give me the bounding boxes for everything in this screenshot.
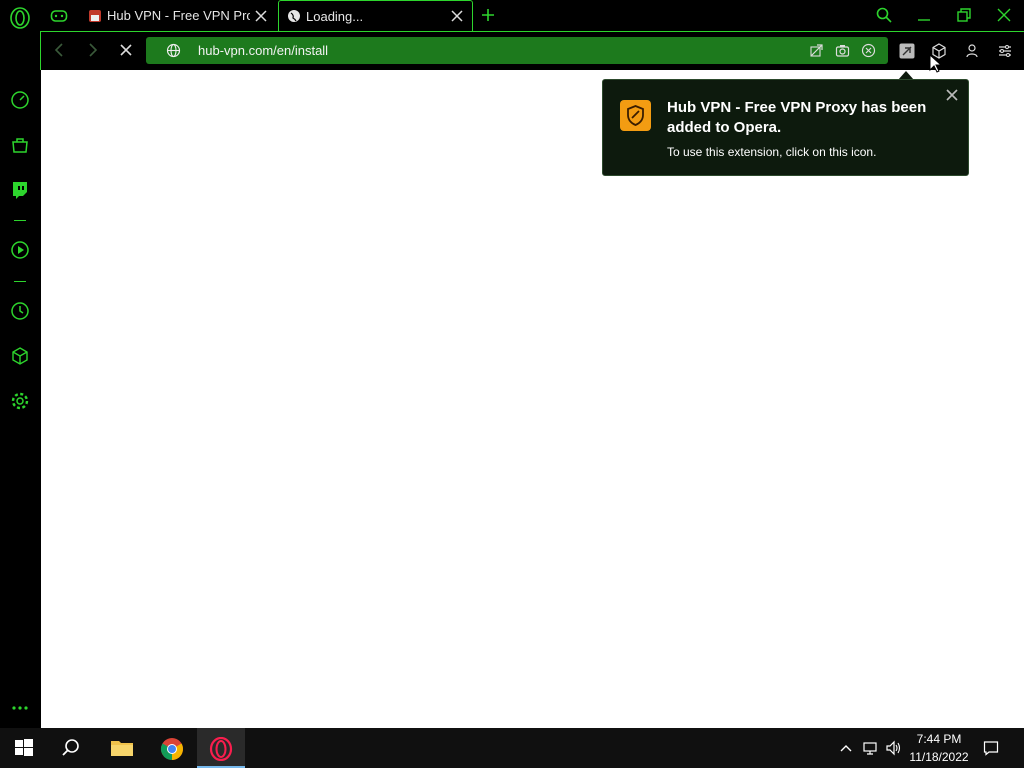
send-share-icon[interactable]: [809, 43, 824, 58]
popup-body: To use this extension, click on this ico…: [667, 145, 877, 159]
search-tabs-icon[interactable]: [875, 6, 893, 24]
close-tab-icon[interactable]: [254, 9, 268, 23]
more-dots-icon[interactable]: [10, 698, 30, 718]
folder-icon: [111, 741, 133, 756]
twitch-icon[interactable]: [10, 180, 30, 200]
history-clock-icon[interactable]: [10, 301, 30, 321]
player-icon[interactable]: [10, 240, 30, 260]
close-popup-icon[interactable]: [945, 88, 959, 102]
sidebar: [0, 70, 40, 728]
globe-icon: [288, 10, 300, 22]
mouse-cursor-icon: [929, 54, 941, 73]
popup-title: Hub VPN - Free VPN Proxy has been added …: [667, 99, 927, 136]
windows-taskbar: 7:44 PM 11/18/2022: [0, 728, 1024, 768]
opera-gx-taskbar-button[interactable]: [197, 728, 245, 768]
restore-icon[interactable]: [955, 6, 973, 24]
url-text[interactable]: hub-vpn.com/en/install: [198, 43, 328, 58]
clear-url-icon[interactable]: [861, 43, 876, 58]
hub-vpn-shield-icon: [620, 100, 651, 131]
close-tab-icon[interactable]: [450, 9, 464, 23]
extensions-cube-icon[interactable]: [10, 346, 30, 366]
gx-store-icon[interactable]: [10, 135, 30, 155]
tab-title: Hub VPN - Free VPN Proxy: [107, 8, 250, 23]
chrome-taskbar-button[interactable]: [148, 728, 196, 768]
action-center-notification-icon[interactable]: [983, 740, 999, 756]
address-toolbar: hub-vpn.com/en/install: [40, 31, 1024, 70]
tab-hub-vpn[interactable]: Hub VPN - Free VPN Proxy: [80, 0, 276, 31]
hub-vpn-extension-icon[interactable]: [899, 43, 915, 59]
forward-icon[interactable]: [84, 42, 100, 58]
opera-gx-icon: [209, 737, 233, 761]
snapshot-camera-icon[interactable]: [835, 43, 850, 58]
minimize-icon[interactable]: [915, 6, 933, 24]
start-button[interactable]: [0, 728, 48, 768]
opera-logo-icon[interactable]: [9, 7, 31, 29]
address-bar[interactable]: hub-vpn.com/en/install: [146, 37, 888, 64]
extension-added-popup: Hub VPN - Free VPN Proxy has been added …: [602, 79, 969, 176]
tab-loading[interactable]: Loading...: [278, 0, 473, 31]
close-window-icon[interactable]: [995, 6, 1013, 24]
profile-icon[interactable]: [964, 43, 980, 59]
windows-logo-icon: [15, 739, 33, 756]
taskbar-clock-time[interactable]: 7:44 PM: [905, 732, 973, 746]
new-tab-icon[interactable]: [480, 7, 496, 23]
tab-title: Loading...: [306, 8, 364, 24]
volume-icon[interactable]: [885, 740, 901, 756]
site-info-globe-icon[interactable]: [166, 43, 181, 58]
search-button[interactable]: [48, 728, 96, 768]
gx-corner-icon[interactable]: [50, 8, 68, 24]
back-icon[interactable]: [52, 42, 68, 58]
stop-loading-icon[interactable]: [118, 42, 134, 58]
easy-setup-icon[interactable]: [997, 43, 1013, 59]
chrome-icon: [161, 738, 183, 760]
settings-gear-icon[interactable]: [10, 391, 30, 411]
network-icon[interactable]: [862, 740, 878, 756]
sidebar-separator: [14, 220, 26, 221]
search-icon: [62, 739, 79, 756]
tab-strip: Hub VPN - Free VPN Proxy Loading...: [0, 0, 1024, 32]
hub-vpn-favicon-icon: [89, 9, 101, 22]
taskbar-clock-date[interactable]: 11/18/2022: [905, 750, 973, 764]
sidebar-separator: [14, 281, 26, 282]
show-hidden-icons-chevron-icon[interactable]: [838, 740, 854, 756]
file-explorer-taskbar-button[interactable]: [98, 728, 146, 768]
gx-control-speedometer-icon[interactable]: [10, 90, 30, 110]
